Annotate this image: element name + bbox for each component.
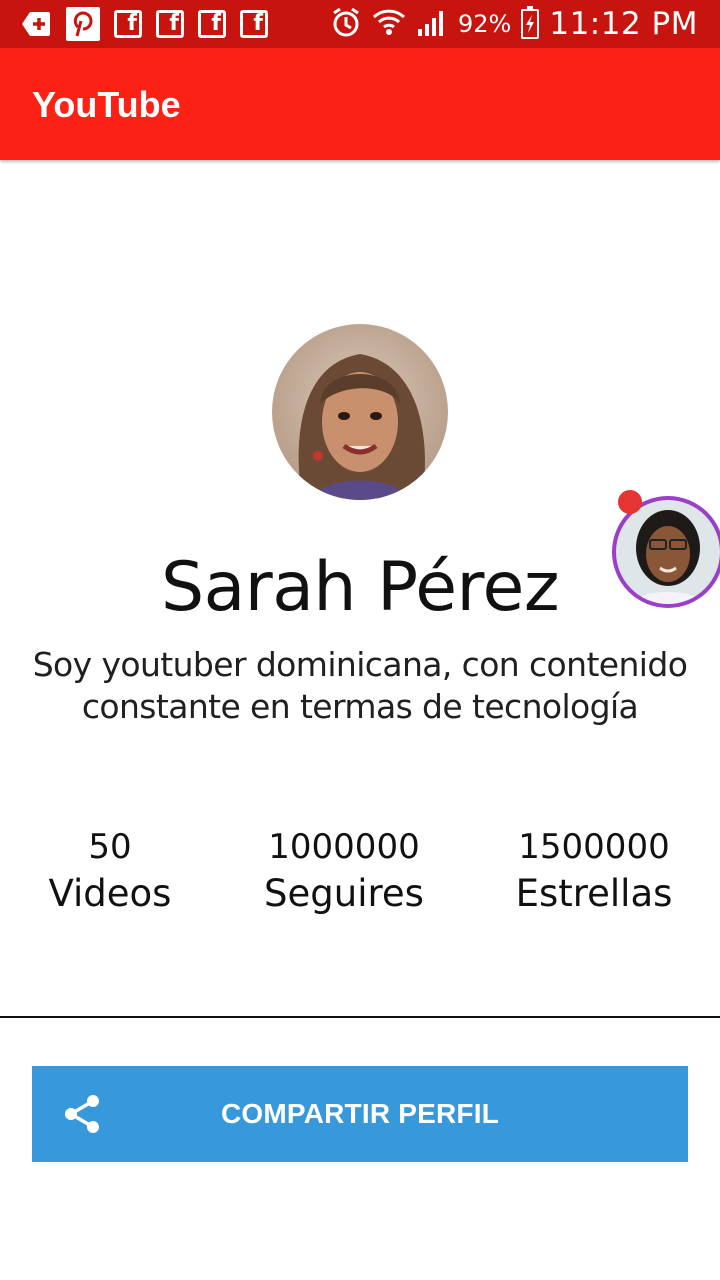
divider (0, 1016, 720, 1018)
facebook-icon: f (198, 10, 226, 38)
share-profile-button[interactable]: COMPARTIR PERFIL (32, 1066, 688, 1162)
profile-bio: Soy youtuber dominicana, con contenido c… (32, 645, 688, 726)
clock: 11:12 PM (549, 6, 698, 42)
stat-stars: 1500000 Estrellas (474, 826, 714, 920)
status-bar: f f f f 92% 11:12 PM (0, 0, 720, 48)
facebook-icon: f (156, 10, 184, 38)
alarm-icon (330, 6, 362, 43)
stats-row: 50 Videos 1000000 Seguires 1500000 Estre… (0, 826, 720, 926)
app-title: YouTube (32, 84, 181, 125)
signal-icon (416, 7, 448, 42)
facebook-icon: f (114, 10, 142, 38)
stat-value: 1000000 (268, 827, 420, 867)
notification-icons: f f f f (20, 7, 268, 41)
facebook-icon: f (240, 10, 268, 38)
stat-label: Videos (48, 872, 172, 915)
wifi-icon (372, 6, 406, 43)
profile-avatar (272, 324, 448, 500)
app-bar: YouTube (0, 48, 720, 160)
messenger-chat-head[interactable] (608, 488, 720, 616)
battery-charging-icon (521, 6, 540, 39)
stat-followers: 1000000 Seguires (224, 826, 464, 920)
add-box-icon (20, 8, 52, 40)
stat-label: Estrellas (515, 872, 673, 915)
stat-videos: 50 Videos (0, 826, 230, 920)
system-icons: 92% 11:12 PM (330, 6, 698, 42)
stat-value: 50 (88, 827, 132, 867)
share-icon (60, 1092, 104, 1136)
pinterest-icon (66, 7, 100, 41)
battery-percent: 92% (458, 10, 512, 38)
stat-label: Seguires (264, 872, 424, 915)
stat-value: 1500000 (518, 827, 670, 867)
share-profile-label: COMPARTIR PERFIL (220, 1098, 499, 1129)
